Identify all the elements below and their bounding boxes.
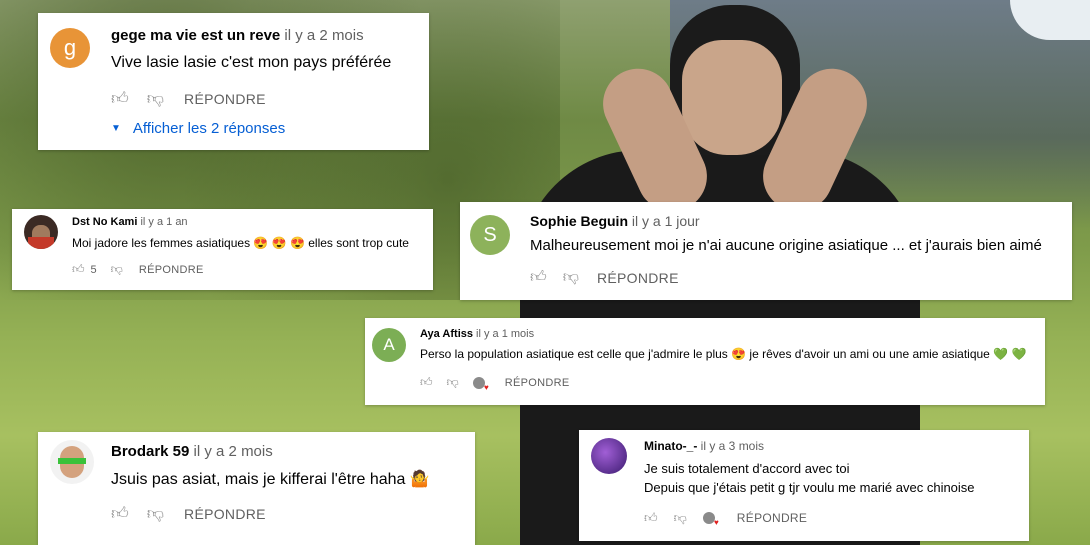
thumbs-up-icon[interactable]: 👍︎: [530, 268, 547, 287]
thumbs-up-icon[interactable]: 👍︎: [111, 503, 129, 524]
comment-author[interactable]: gege ma vie est un reve: [111, 27, 280, 44]
comment-actions: 👍︎ 👎︎ RÉPONDRE: [111, 88, 266, 109]
comment-card: Brodark 59 il y a 2 mois Jsuis pas asiat…: [38, 432, 475, 545]
comment-actions: 👍︎ 👎︎ RÉPONDRE: [530, 268, 679, 287]
comment-author[interactable]: Sophie Beguin: [530, 213, 628, 229]
reply-button[interactable]: RÉPONDRE: [139, 264, 204, 276]
comment-text: Moi jadore les femmes asiatiques 😍 😍 😍 e…: [72, 236, 409, 250]
person-face: [682, 40, 782, 155]
avatar[interactable]: [50, 440, 94, 484]
reply-button[interactable]: RÉPONDRE: [737, 511, 807, 525]
comment-text: Malheureusement moi je n'ai aucune origi…: [530, 237, 1042, 254]
like-count: 5: [90, 263, 97, 276]
comment-author[interactable]: Aya Aftiss: [420, 328, 473, 340]
reply-button[interactable]: RÉPONDRE: [505, 377, 570, 389]
thumbs-down-icon[interactable]: 👎︎: [563, 268, 579, 287]
comment-text: Vive lasie lasie c'est mon pays préférée: [111, 54, 392, 71]
show-replies-toggle[interactable]: ▼ Afficher les 2 réponses: [111, 120, 285, 137]
avatar[interactable]: S: [470, 215, 510, 255]
avatar[interactable]: [591, 438, 627, 474]
avatar[interactable]: g: [50, 28, 90, 68]
show-replies-label: Afficher les 2 réponses: [132, 120, 286, 137]
comment-card: Minato-_- il y a 3 mois Je suis totaleme…: [579, 430, 1029, 541]
avatar[interactable]: [24, 215, 58, 249]
comment-text-line-2: Depuis que j'étais petit g tjr voulu me …: [644, 480, 975, 495]
comment-text: Perso la population asiatique est celle …: [420, 347, 1027, 361]
creator-heart-icon: ♥: [472, 376, 489, 392]
comment-time[interactable]: il y a 3 mois: [701, 439, 764, 453]
thumbs-up-icon[interactable]: 👍︎: [644, 510, 658, 526]
avatar[interactable]: A: [372, 328, 406, 362]
comment-time[interactable]: il y a 1 an: [140, 216, 187, 228]
thumbs-up-icon[interactable]: 👍︎: [111, 88, 129, 109]
thumbs-down-icon[interactable]: 👎︎: [147, 503, 164, 524]
comment-card: A Aya Aftiss il y a 1 mois Perso la popu…: [365, 318, 1045, 405]
thumbs-down-icon[interactable]: 👎︎: [111, 262, 123, 277]
thumbs-down-icon[interactable]: 👎︎: [674, 510, 687, 526]
comment-author-line: Sophie Beguin il y a 1 jour: [530, 213, 700, 229]
comment-author[interactable]: Dst No Kami: [72, 216, 137, 228]
comment-card: g gege ma vie est un reve il y a 2 mois …: [38, 13, 429, 150]
comment-text: Jsuis pas asiat, mais je kifferai l'être…: [111, 471, 430, 488]
comment-time[interactable]: il y a 2 mois: [284, 27, 363, 44]
thumbs-down-icon[interactable]: 👎︎: [447, 375, 459, 390]
comment-actions: 👍︎ 👎︎ ♥ RÉPONDRE: [420, 375, 570, 392]
thumbs-up-icon[interactable]: 👍︎: [72, 262, 85, 277]
reply-button[interactable]: RÉPONDRE: [184, 91, 266, 107]
comment-author[interactable]: Minato-_-: [644, 439, 697, 453]
comment-author-line: Minato-_- il y a 3 mois: [644, 439, 764, 453]
comment-author-line: Brodark 59 il y a 2 mois: [111, 443, 273, 460]
comment-text-line-1: Je suis totalement d'accord avec toi: [644, 461, 850, 476]
reply-button[interactable]: RÉPONDRE: [597, 270, 679, 286]
comment-author-line: gege ma vie est un reve il y a 2 mois: [111, 27, 364, 44]
comment-time[interactable]: il y a 1 jour: [632, 213, 700, 229]
comment-actions: 👍︎ 👎︎ ♥ RÉPONDRE: [644, 510, 807, 527]
thumbs-up-icon[interactable]: 👍︎: [420, 375, 433, 390]
comment-card: Dst No Kami il y a 1 an Moi jadore les f…: [12, 209, 433, 290]
comment-author-line: Aya Aftiss il y a 1 mois: [420, 328, 534, 340]
comment-actions: 👍︎ 5 👎︎ RÉPONDRE: [72, 262, 204, 277]
comment-actions: 👍︎ 👎︎ RÉPONDRE: [111, 503, 266, 524]
comment-author[interactable]: Brodark 59: [111, 443, 189, 460]
comment-card: S Sophie Beguin il y a 1 jour Malheureus…: [460, 202, 1072, 300]
comment-time[interactable]: il y a 1 mois: [476, 328, 534, 340]
comment-time[interactable]: il y a 2 mois: [194, 443, 273, 460]
creator-heart-icon: ♥: [702, 512, 719, 527]
reply-button[interactable]: RÉPONDRE: [184, 506, 266, 522]
thumbs-down-icon[interactable]: 👎︎: [147, 88, 164, 109]
caret-down-icon: ▼: [111, 123, 121, 134]
comment-author-line: Dst No Kami il y a 1 an: [72, 216, 188, 228]
